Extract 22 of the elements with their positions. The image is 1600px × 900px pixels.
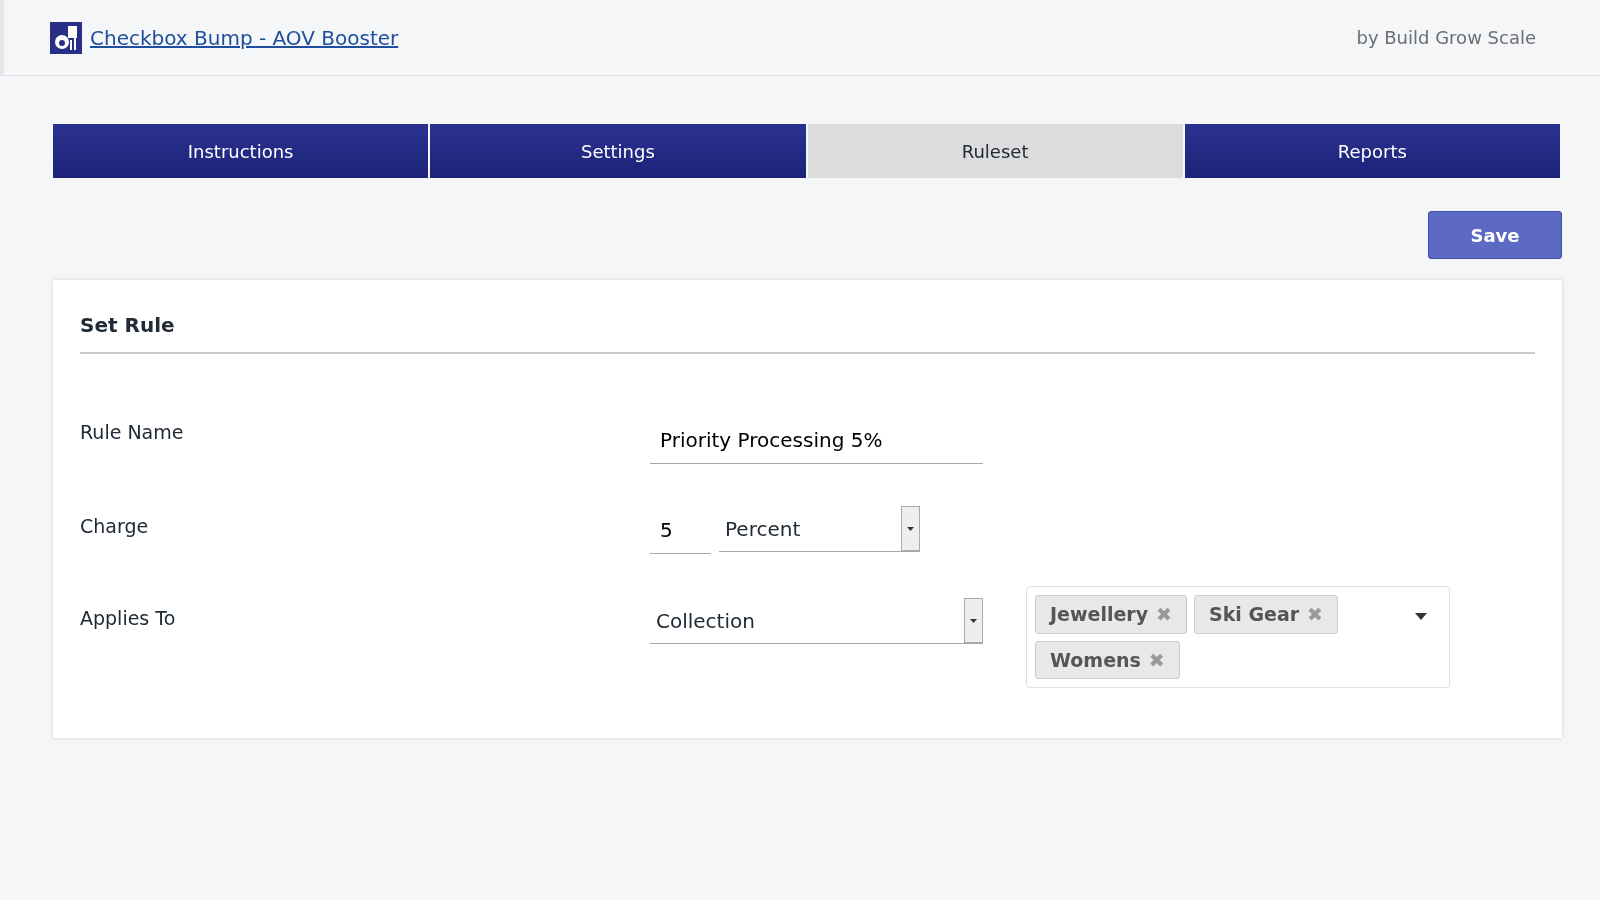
field-label: Applies To (80, 607, 176, 629)
tag-chip: Womens ✖ (1035, 640, 1180, 679)
tab[interactable]: Ruleset (807, 124, 1185, 178)
app-title-link[interactable]: Checkbox Bump - AOV Booster (90, 22, 399, 53)
rule-name-field[interactable]: Priority Processing 5% (650, 416, 983, 464)
tag-chip: Jewellery ✖ (1035, 595, 1187, 634)
charge-unit-select[interactable]: Percent (719, 506, 920, 552)
caret-icon (970, 618, 977, 623)
card-title: Set Rule (80, 310, 1535, 354)
field-label: Charge (80, 515, 149, 537)
applies-to-select[interactable]: Collection (650, 598, 983, 644)
save-button[interactable]: Save (1428, 211, 1562, 259)
caret-icon (1415, 613, 1427, 620)
field-label: Rule Name (80, 421, 184, 443)
app-logo-icon (50, 21, 82, 54)
tab[interactable]: Settings (430, 124, 808, 178)
tab[interactable]: Instructions (53, 124, 431, 178)
tab[interactable]: Reports (1184, 124, 1562, 178)
charge-amount-field[interactable]: 5 (650, 506, 711, 554)
caret-icon (907, 526, 914, 531)
vendor-text: by Build Grow Scale (1356, 26, 1536, 50)
tag-chip: Ski Gear ✖ (1194, 595, 1339, 634)
